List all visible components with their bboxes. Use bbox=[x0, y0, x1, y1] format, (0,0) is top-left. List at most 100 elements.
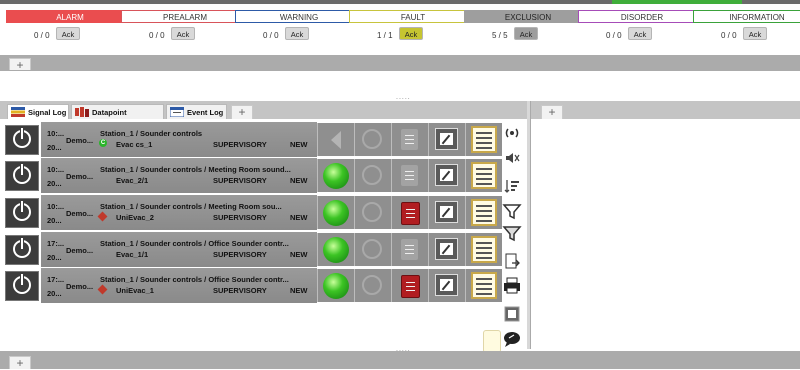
edit-button[interactable] bbox=[501, 305, 523, 323]
globe-icon bbox=[362, 129, 382, 149]
row-title: Station_1 / Sounder controls / Office So… bbox=[100, 239, 289, 248]
add-tab-button[interactable]: + bbox=[9, 58, 31, 71]
category-fault-ack-button[interactable]: Ack bbox=[399, 27, 423, 40]
locate-button[interactable] bbox=[354, 269, 391, 302]
globe-icon bbox=[362, 275, 382, 295]
tab-datapoint-hierarchy[interactable]: Datapoint Hierarchy bbox=[71, 104, 164, 132]
edit-button[interactable] bbox=[428, 233, 465, 266]
locate-button[interactable] bbox=[354, 233, 391, 266]
details-button[interactable] bbox=[465, 233, 502, 266]
edit-button[interactable] bbox=[428, 159, 465, 192]
power-icon-stem bbox=[21, 238, 23, 249]
add-right-tab-button[interactable]: + bbox=[541, 105, 563, 119]
power-button[interactable] bbox=[5, 198, 39, 228]
category-fault[interactable]: FAULT bbox=[349, 10, 477, 23]
status-c-icon: C bbox=[99, 139, 107, 147]
category-disorder[interactable]: DISORDER bbox=[578, 10, 706, 23]
green-status-icon bbox=[323, 273, 349, 299]
splitter-grip[interactable]: ..... bbox=[396, 94, 411, 101]
document-icon bbox=[401, 202, 420, 225]
category-disorder-ack-button[interactable]: Ack bbox=[628, 27, 652, 40]
details-button[interactable] bbox=[465, 159, 502, 192]
edit-button[interactable] bbox=[428, 196, 465, 229]
edit-button[interactable] bbox=[428, 123, 465, 156]
category-prealarm-ack-button[interactable]: Ack bbox=[171, 27, 195, 40]
row-device: Evac cs_1 bbox=[116, 140, 153, 149]
details-button[interactable] bbox=[465, 123, 502, 156]
document-button[interactable] bbox=[391, 196, 428, 229]
navigate-button[interactable] bbox=[317, 123, 354, 156]
row-type: SUPERVISORY bbox=[213, 176, 267, 185]
row-type: SUPERVISORY bbox=[213, 140, 267, 149]
tab-signal-log[interactable]: Signal Log bbox=[7, 104, 69, 119]
category-warning[interactable]: WARNING bbox=[235, 10, 363, 23]
speaker-mute-button[interactable] bbox=[501, 149, 523, 167]
add-bottom-tab-button[interactable]: + bbox=[9, 356, 31, 369]
print-button[interactable] bbox=[501, 276, 523, 294]
table-row[interactable]: 10:... 20... Demo... Station_1 / Sounder… bbox=[3, 122, 502, 157]
resize-handle[interactable] bbox=[483, 330, 501, 353]
row-time: 10:... bbox=[47, 202, 65, 211]
document-button[interactable] bbox=[391, 159, 428, 192]
category-disorder-count: 0 / 0 bbox=[606, 31, 622, 40]
top-strip bbox=[0, 0, 800, 4]
power-icon-stem bbox=[21, 128, 23, 139]
row-title: Station_1 / Sounder controls bbox=[100, 129, 203, 138]
green-status-icon bbox=[323, 200, 349, 226]
details-button[interactable] bbox=[465, 196, 502, 229]
comment-button[interactable] bbox=[501, 330, 523, 348]
list-icon bbox=[471, 162, 497, 189]
locate-button[interactable] bbox=[354, 123, 391, 156]
power-button[interactable] bbox=[5, 125, 39, 155]
category-prealarm[interactable]: PREALARM bbox=[121, 10, 249, 23]
broadcast-button[interactable] bbox=[501, 124, 523, 142]
category-alarm[interactable]: ALARM bbox=[6, 10, 134, 23]
speaker-mute-icon bbox=[506, 153, 520, 163]
row-type: SUPERVISORY bbox=[213, 250, 267, 259]
filter-button[interactable] bbox=[501, 202, 523, 220]
category-information-ack-button[interactable]: Ack bbox=[743, 27, 767, 40]
table-row[interactable]: 17:... 20... Demo... Station_1 / Sounder… bbox=[3, 268, 502, 303]
category-exclusion[interactable]: EXCLUSION bbox=[464, 10, 592, 23]
row-type: SUPERVISORY bbox=[213, 286, 267, 295]
document-button[interactable] bbox=[391, 233, 428, 266]
table-row[interactable]: 17:... 20... Demo... Station_1 / Sounder… bbox=[3, 232, 502, 267]
filter-clear-button[interactable] bbox=[501, 224, 523, 242]
power-button[interactable] bbox=[5, 235, 39, 265]
left-tab-bar: Signal Log Datapoint Hierarchy Event Log… bbox=[0, 101, 527, 132]
power-icon-stem bbox=[21, 201, 23, 212]
add-log-tab-button[interactable]: + bbox=[231, 105, 253, 119]
vertical-splitter[interactable] bbox=[527, 101, 530, 349]
tab-event-log[interactable]: Event Log bbox=[166, 104, 227, 119]
locate-button[interactable] bbox=[354, 196, 391, 229]
comment-icon bbox=[504, 332, 520, 347]
power-button[interactable] bbox=[5, 271, 39, 301]
green-status-icon bbox=[323, 163, 349, 189]
power-icon-stem bbox=[21, 274, 23, 285]
locate-button[interactable] bbox=[354, 159, 391, 192]
category-exclusion-ack-button[interactable]: Ack bbox=[514, 27, 538, 40]
globe-icon bbox=[362, 165, 382, 185]
category-information-count: 0 / 0 bbox=[721, 31, 737, 40]
row-text: 17:... 20... Demo... Station_1 / Sounder… bbox=[41, 232, 317, 267]
status-x-icon bbox=[97, 284, 108, 295]
category-warning-ack-button[interactable]: Ack bbox=[285, 27, 309, 40]
category-warning-count: 0 / 0 bbox=[263, 31, 279, 40]
details-button[interactable] bbox=[465, 269, 502, 302]
category-alarm-ack-button[interactable]: Ack bbox=[56, 27, 80, 40]
table-row[interactable]: 10:... 20... Demo... Station_1 / Sounder… bbox=[3, 195, 502, 230]
edit-button[interactable] bbox=[428, 269, 465, 302]
row-device: Evac_1/1 bbox=[116, 250, 149, 259]
filter-icon bbox=[502, 204, 522, 220]
document-icon bbox=[401, 275, 420, 298]
table-row[interactable]: 10:... 20... Demo... Station_1 / Sounder… bbox=[3, 158, 502, 193]
document-button[interactable] bbox=[391, 269, 428, 302]
category-information[interactable]: INFORMATION bbox=[693, 10, 800, 23]
document-icon bbox=[401, 239, 418, 260]
power-button[interactable] bbox=[5, 161, 39, 191]
document-button[interactable] bbox=[391, 123, 428, 156]
top-strip-accent bbox=[612, 0, 742, 4]
export-button[interactable] bbox=[501, 252, 523, 270]
status-indicator bbox=[317, 159, 354, 192]
sort-button[interactable] bbox=[501, 177, 523, 195]
